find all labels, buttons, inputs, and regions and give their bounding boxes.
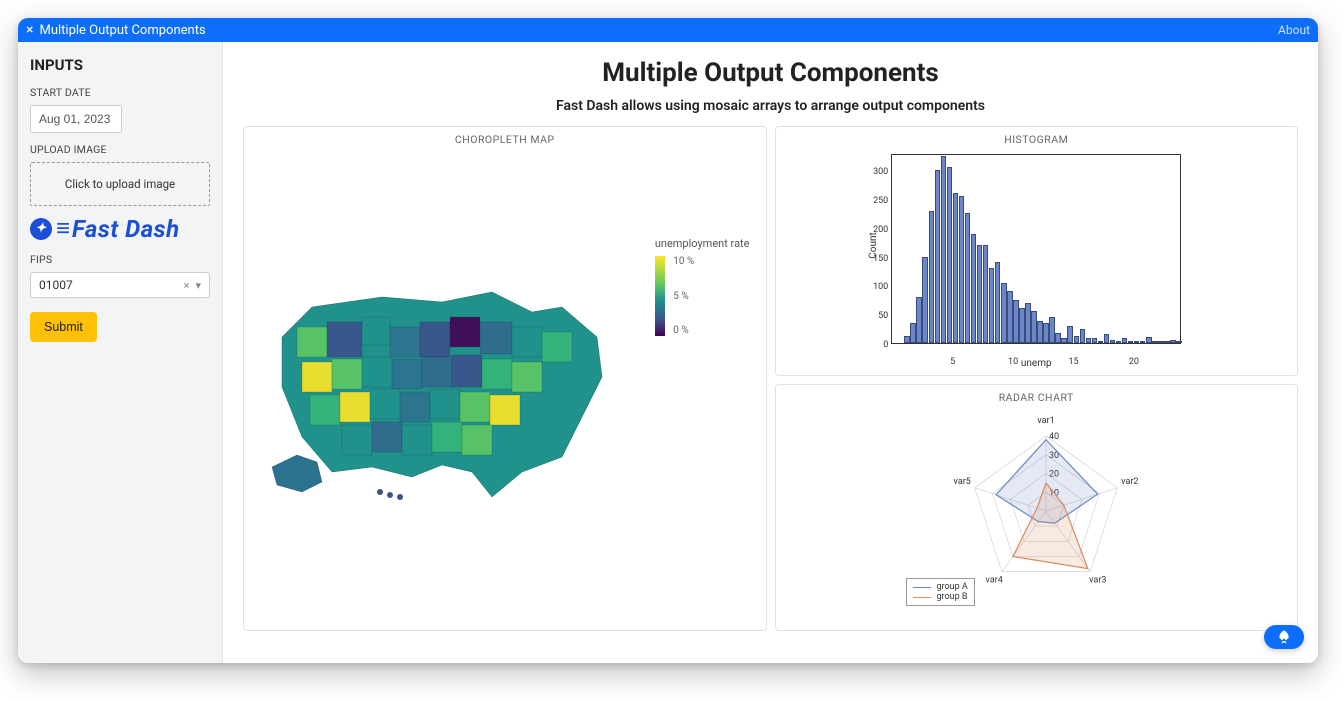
- radar-panel: RADAR CHART 10203040var1var2var3var4var5…: [775, 384, 1299, 631]
- chevron-down-icon[interactable]: ▾: [195, 279, 201, 292]
- hist-bar: [965, 213, 971, 343]
- hist-bar: [1013, 300, 1019, 343]
- topbar: × Multiple Output Components About: [18, 18, 1318, 42]
- stripes-icon: ≡: [56, 214, 68, 243]
- hist-bar: [1080, 329, 1086, 343]
- sidebar: INPUTS START DATE UPLOAD IMAGE Click to …: [18, 42, 223, 663]
- choropleth-title: CHOROPLETH MAP: [244, 127, 766, 148]
- hist-bar: [904, 336, 910, 343]
- hist-bar: [941, 156, 947, 343]
- histogram-plot[interactable]: Count unemp 050100150200250300 5101520: [891, 154, 1181, 344]
- hist-bar: [947, 167, 953, 343]
- hist-bar: [1104, 334, 1110, 343]
- clear-icon[interactable]: ×: [184, 279, 190, 292]
- brand-text: Fast Dash: [72, 215, 180, 243]
- radar-legend: group A group B: [906, 578, 975, 606]
- hist-bar: [1049, 317, 1055, 343]
- hist-bar: [935, 170, 941, 343]
- hist-bar: [1055, 333, 1061, 343]
- hist-bar: [977, 245, 983, 343]
- rocket-icon: ✦: [30, 218, 52, 240]
- hist-bar: [929, 211, 935, 343]
- svg-text:40: 40: [1049, 432, 1059, 442]
- hist-bar: [983, 245, 989, 343]
- hist-bar: [1110, 340, 1116, 343]
- radar-plot[interactable]: 10203040var1var2var3var4var5 group A gro…: [776, 406, 1298, 616]
- fips-select[interactable]: 01007 × ▾: [30, 272, 210, 298]
- upload-image-dropzone[interactable]: Click to upload image: [30, 162, 210, 206]
- hist-bar: [989, 268, 995, 343]
- hist-bar: [922, 257, 928, 343]
- hist-bar: [1001, 283, 1007, 343]
- svg-text:var4: var4: [986, 575, 1003, 585]
- hist-bar: [1025, 303, 1031, 343]
- app-title: Multiple Output Components: [39, 23, 1278, 38]
- page-subtitle: Fast Dash allows using mosaic arrays to …: [243, 98, 1298, 114]
- main-content: Multiple Output Components Fast Dash all…: [223, 42, 1318, 663]
- close-icon[interactable]: ×: [26, 22, 33, 38]
- svg-text:var2: var2: [1121, 477, 1138, 487]
- hist-bar: [1007, 291, 1013, 343]
- hist-bar: [1074, 336, 1080, 343]
- brand-logo: ✦ ≡ Fast Dash: [30, 214, 210, 243]
- hist-bar: [1086, 338, 1092, 343]
- hist-bar: [1043, 323, 1049, 343]
- hist-bar: [916, 297, 922, 343]
- choropleth-legend: unemployment rate 10 % 5 % 0 %: [655, 237, 750, 336]
- legend-tick: 0 %: [673, 325, 694, 336]
- hist-bar: [1146, 337, 1152, 343]
- hist-bar: [1122, 338, 1128, 343]
- hist-bar: [1116, 341, 1122, 343]
- start-date-label: START DATE: [30, 86, 210, 99]
- hist-bar: [1164, 341, 1170, 343]
- svg-text:var1: var1: [1038, 416, 1055, 426]
- hist-bar: [1152, 341, 1158, 343]
- hist-bar: [1037, 321, 1043, 343]
- hist-bar: [995, 262, 1001, 343]
- hist-bar: [971, 234, 977, 343]
- svg-text:var5: var5: [954, 477, 971, 487]
- histogram-panel: HISTOGRAM Count unemp 050100150200250300…: [775, 126, 1299, 376]
- legend-title: unemployment rate: [655, 237, 750, 250]
- hist-bar: [1158, 341, 1164, 343]
- hist-bar: [1128, 341, 1134, 343]
- start-date-input[interactable]: [30, 105, 122, 133]
- hist-bar: [1170, 340, 1176, 343]
- hist-bar: [959, 196, 965, 343]
- legend-tick: 10 %: [673, 256, 694, 267]
- page-title: Multiple Output Components: [243, 58, 1298, 88]
- hist-bar: [1067, 326, 1073, 343]
- hist-bar: [1140, 341, 1146, 343]
- upload-image-label: UPLOAD IMAGE: [30, 143, 210, 156]
- radar-title: RADAR CHART: [776, 385, 1298, 406]
- fips-label: FIPS: [30, 253, 210, 266]
- hist-bar: [1134, 341, 1140, 343]
- hist-bar: [1092, 338, 1098, 343]
- hist-bar: [953, 193, 959, 343]
- choropleth-panel: CHOROPLETH MAP unemployment rate 10 % 5 …: [243, 126, 767, 631]
- legend-item: group B: [937, 592, 968, 602]
- svg-text:var3: var3: [1089, 575, 1106, 585]
- us-map[interactable]: [262, 267, 622, 507]
- hist-bar: [1176, 341, 1182, 343]
- submit-button[interactable]: Submit: [30, 312, 97, 342]
- hist-bar: [1061, 338, 1067, 343]
- legend-item: group A: [937, 582, 968, 592]
- legend-tick: 5 %: [673, 291, 694, 302]
- fab-rocket-button[interactable]: [1264, 625, 1304, 649]
- colorbar: [655, 256, 665, 336]
- fips-value: 01007: [39, 278, 73, 292]
- hist-bar: [1031, 311, 1037, 343]
- hist-bar: [1098, 341, 1104, 343]
- hist-bar: [1019, 308, 1025, 343]
- hist-bar: [910, 323, 916, 343]
- about-link[interactable]: About: [1278, 23, 1310, 37]
- inputs-heading: INPUTS: [30, 56, 210, 74]
- histogram-title: HISTOGRAM: [776, 127, 1298, 148]
